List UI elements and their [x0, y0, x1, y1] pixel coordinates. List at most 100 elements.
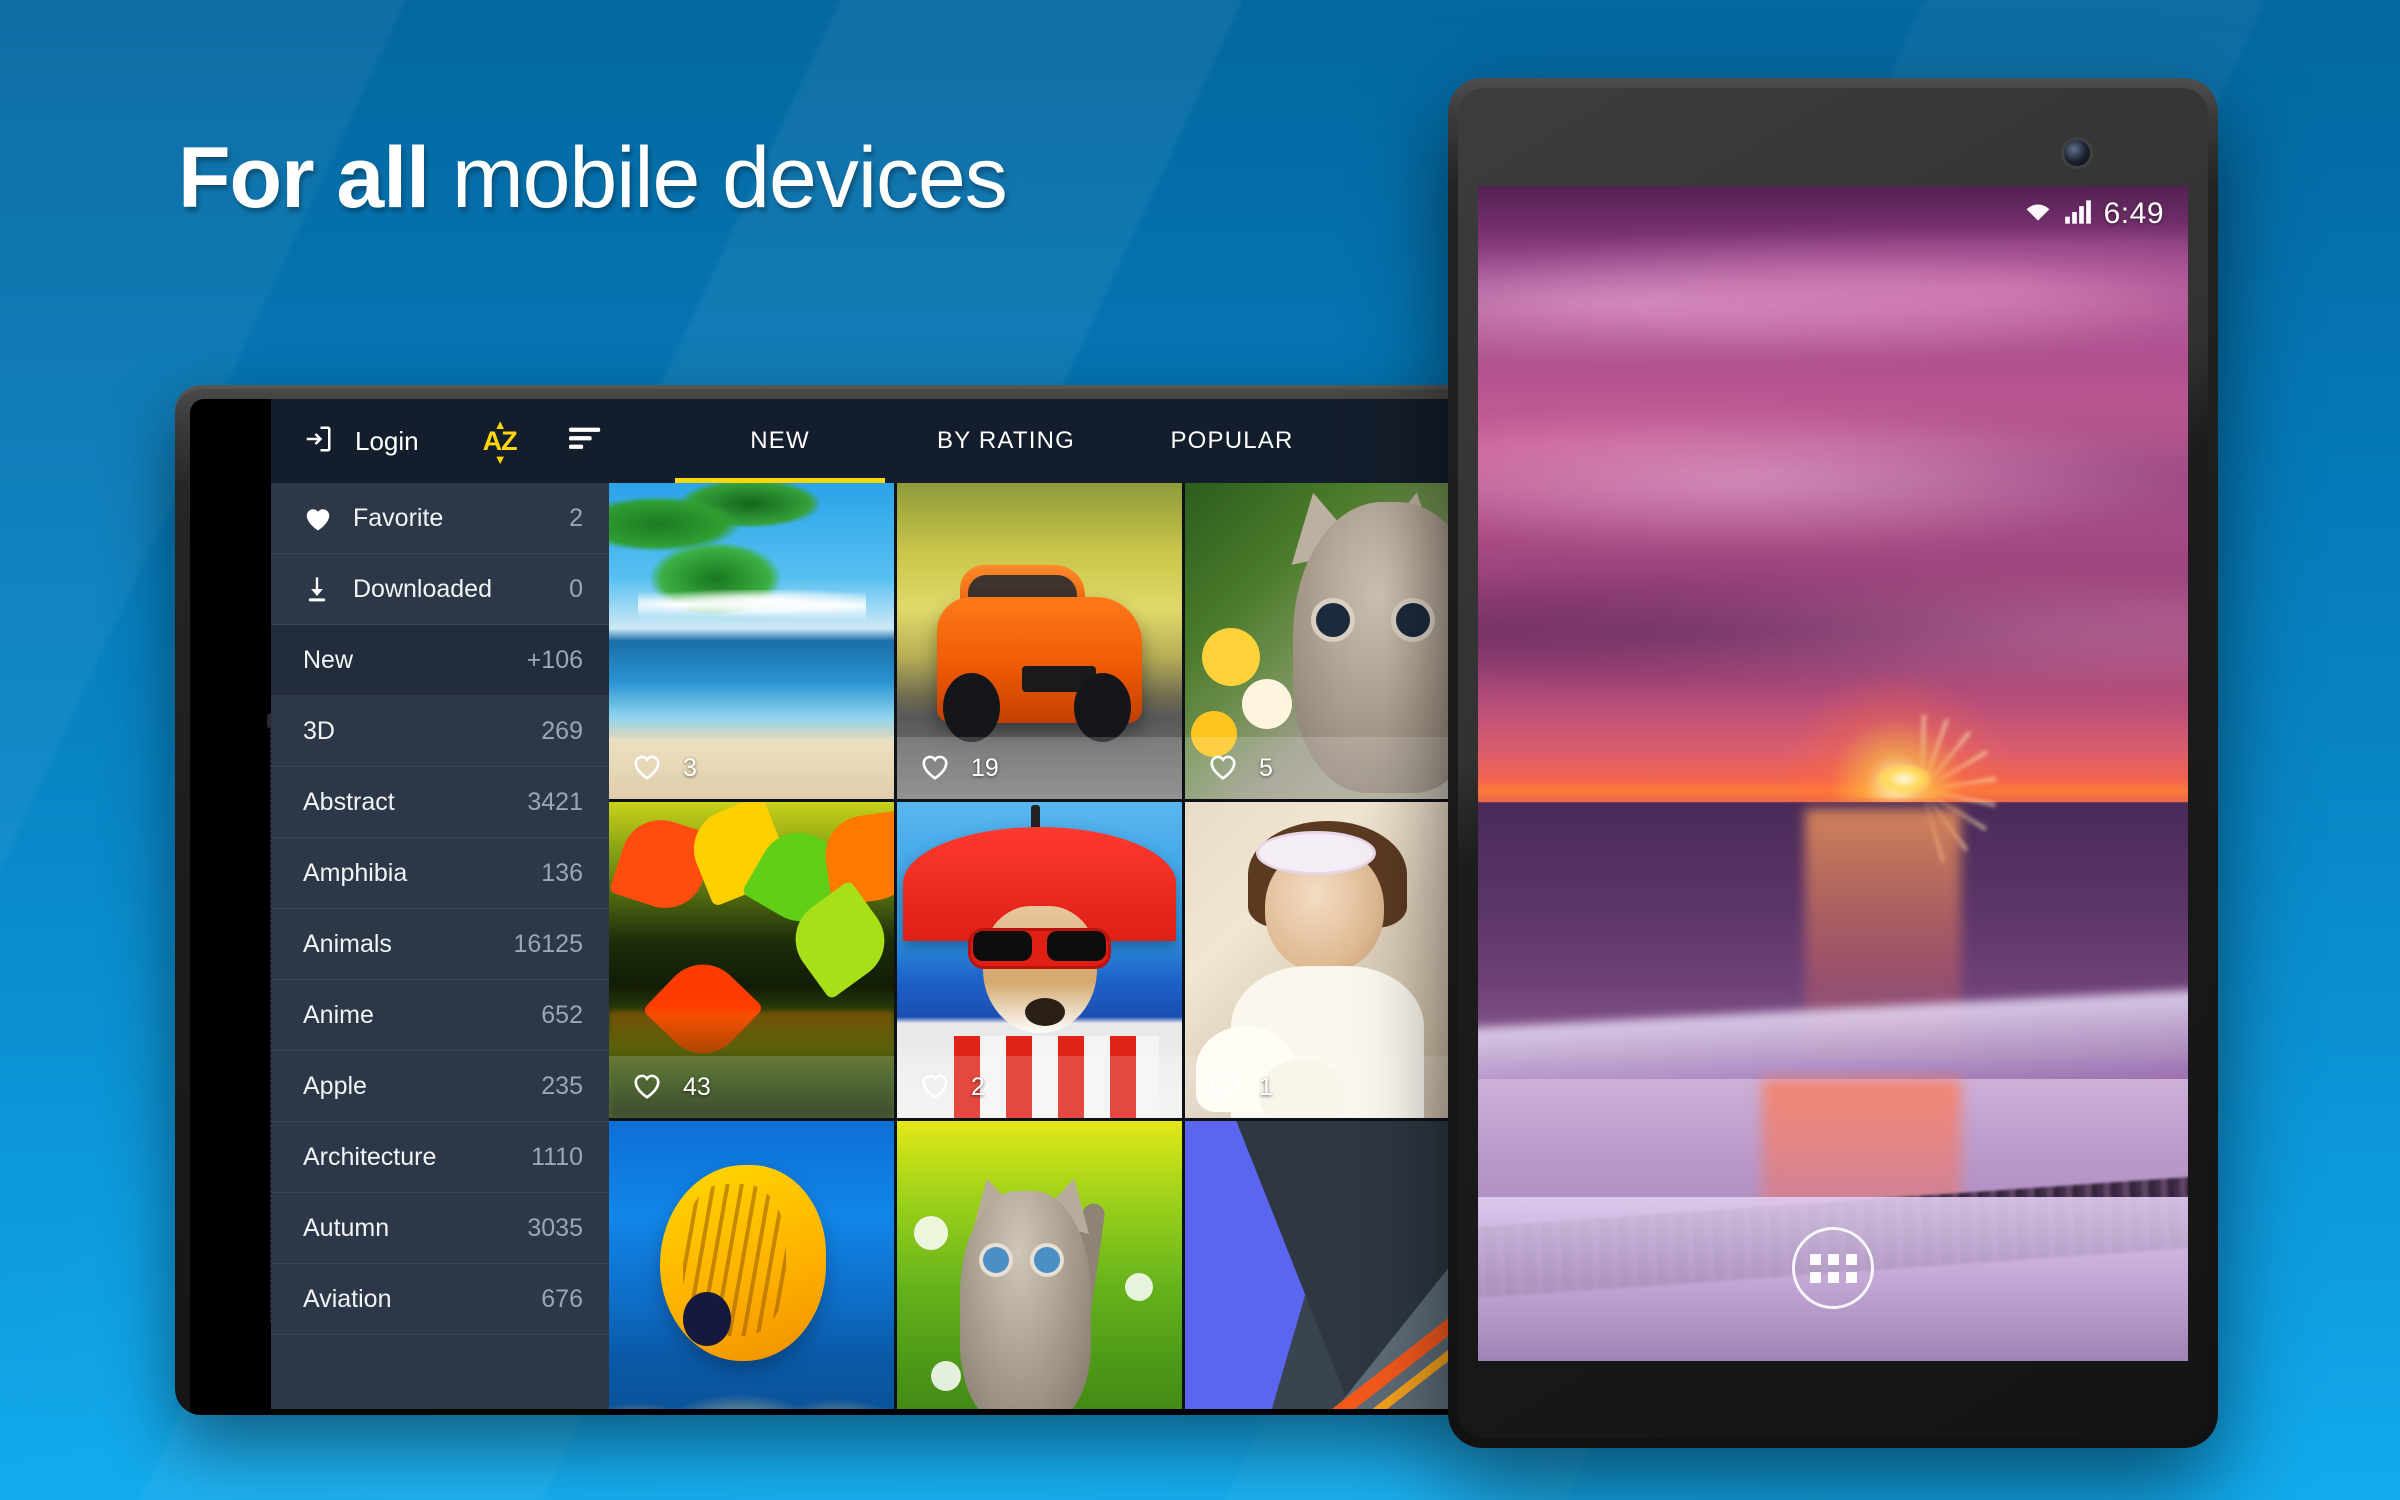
sidebar-item-count: 1110	[531, 1142, 583, 1171]
sidebar-item-new[interactable]: New +106	[271, 625, 609, 696]
cloud-layer	[1478, 233, 2188, 374]
drawer-dot	[1809, 1271, 1821, 1283]
sidebar-item-label: Abstract	[303, 787, 395, 816]
sidebar-item-count: 3421	[527, 787, 583, 816]
tab-new[interactable]: NEW	[667, 399, 893, 483]
dandelion-decor	[931, 1361, 962, 1392]
sidebar-item-count: 235	[541, 1071, 583, 1100]
sidebar-item-animals[interactable]: Animals 16125	[271, 909, 609, 980]
phone-status-bar: 6:49	[1478, 186, 2188, 242]
login-button[interactable]: Login	[303, 424, 419, 459]
sidebar[interactable]: Favorite 2 Downloaded 0 New +106 3D 269	[271, 483, 609, 1409]
wallpaper-thumbnail	[1185, 1121, 1470, 1409]
sidebar-item-architecture[interactable]: Architecture 1110	[271, 1122, 609, 1193]
app-bar-left: Login ▲ AZ ▼	[271, 399, 609, 483]
sidebar-item-aviation[interactable]: Aviation 676	[271, 1264, 609, 1335]
page-title-bold: For all	[178, 130, 430, 226]
dog-nose	[1025, 997, 1066, 1026]
wallpaper-thumbnail	[609, 1121, 894, 1409]
wallpaper-tile[interactable]	[1185, 1121, 1470, 1409]
wallpaper-tile[interactable]: 5	[1185, 483, 1470, 799]
sidebar-item-label: Favorite	[353, 503, 444, 532]
like-bar: 3	[609, 737, 894, 799]
phone-device: 6:49	[1448, 78, 2218, 1448]
tablet-screen: Login ▲ AZ ▼ NEW BY RATING POPULAR Favor…	[271, 399, 1470, 1409]
sidebar-item-label: Autumn	[303, 1213, 390, 1242]
sidebar-item-abstract[interactable]: Abstract 3421	[271, 767, 609, 838]
like-bar: 5	[1185, 737, 1470, 799]
drawer-dot	[1809, 1253, 1821, 1265]
like-bar: 19	[897, 737, 1182, 799]
sidebar-item-favorite[interactable]: Favorite 2	[271, 483, 609, 554]
car-wheel	[1073, 672, 1131, 743]
tablet-device: Login ▲ AZ ▼ NEW BY RATING POPULAR Favor…	[175, 385, 1470, 1415]
sunglasses-icon	[968, 928, 1111, 970]
heart-outline-icon	[631, 1070, 663, 1105]
like-count: 2	[971, 1072, 985, 1101]
heart-outline-icon	[1207, 1070, 1239, 1105]
sort-alphabetical-icon[interactable]: ▲ AZ ▼	[483, 417, 518, 467]
sidebar-item-count: 269	[541, 716, 583, 745]
cloud-layer	[1478, 562, 2188, 703]
dandelion-decor	[914, 1215, 949, 1250]
heart-icon	[303, 504, 353, 532]
palm-decor	[609, 483, 819, 643]
sidebar-item-count: 2	[569, 503, 583, 532]
wallpaper-tile[interactable]: 19	[897, 483, 1182, 799]
flower-decor	[1202, 628, 1261, 687]
signal-bars-icon	[2064, 199, 2092, 229]
sidebar-item-anime[interactable]: Anime 652	[271, 980, 609, 1051]
like-bar: 43	[609, 1056, 894, 1118]
wallpaper-tile[interactable]: 2	[897, 802, 1182, 1118]
page-title: For all mobile devices	[178, 135, 1008, 221]
sidebar-item-amphibia[interactable]: Amphibia 136	[271, 838, 609, 909]
sidebar-item-label: Aviation	[303, 1284, 392, 1313]
sidebar-item-label: Amphibia	[303, 858, 408, 887]
sidebar-item-apple[interactable]: Apple 235	[271, 1051, 609, 1122]
phone-front-camera-icon	[2064, 140, 2090, 166]
sidebar-item-autumn[interactable]: Autumn 3035	[271, 1193, 609, 1264]
cloud-decor	[637, 590, 866, 619]
status-clock: 6:49	[2103, 197, 2164, 230]
wallpaper-tile[interactable]: 1	[1185, 802, 1470, 1118]
cat-eye	[982, 1247, 1009, 1274]
heart-outline-icon	[919, 751, 951, 786]
drawer-dot	[1827, 1271, 1839, 1283]
drawer-dot	[1845, 1271, 1857, 1283]
like-count: 19	[971, 753, 999, 782]
sort-lines-icon[interactable]	[568, 426, 603, 457]
login-label: Login	[355, 425, 419, 456]
wallpaper-tile[interactable]	[609, 1121, 894, 1409]
cat-body	[959, 1190, 1091, 1409]
sidebar-item-label: Anime	[303, 1000, 374, 1029]
sidebar-item-count: 0	[569, 574, 583, 603]
cat-eye	[1033, 1247, 1060, 1274]
login-arrow-icon	[303, 424, 333, 459]
wallpaper-tile[interactable]: 43	[609, 802, 894, 1118]
dandelion-decor	[1125, 1272, 1153, 1301]
like-count: 5	[1259, 753, 1273, 782]
app-drawer-icon[interactable]	[1792, 1227, 1874, 1309]
tab-popular[interactable]: POPULAR	[1119, 399, 1345, 483]
tab-by-rating[interactable]: BY RATING	[893, 399, 1119, 483]
sidebar-item-downloaded[interactable]: Downloaded 0	[271, 554, 609, 625]
flower-decor	[1242, 678, 1292, 729]
sidebar-item-3d[interactable]: 3D 269	[271, 696, 609, 767]
fish-eye	[683, 1291, 732, 1346]
like-count: 43	[683, 1072, 711, 1101]
page-title-regular: mobile devices	[429, 130, 1008, 226]
cloud-layer	[1478, 397, 2188, 562]
wifi-icon	[2024, 201, 2052, 228]
wallpaper-tile[interactable]: 3	[609, 483, 894, 799]
like-count: 3	[683, 753, 697, 782]
sidebar-item-count: +106	[526, 645, 583, 674]
sidebar-item-label: New	[303, 645, 354, 674]
drawer-dot	[1845, 1253, 1857, 1265]
sidebar-item-count: 16125	[513, 929, 583, 958]
flower-headband	[1259, 833, 1374, 872]
like-count: 1	[1259, 1072, 1273, 1101]
sun-disc	[1875, 764, 1932, 795]
tab-bar: NEW BY RATING POPULAR	[609, 399, 1470, 483]
drawer-dot	[1827, 1253, 1839, 1265]
wallpaper-tile[interactable]	[897, 1121, 1182, 1409]
